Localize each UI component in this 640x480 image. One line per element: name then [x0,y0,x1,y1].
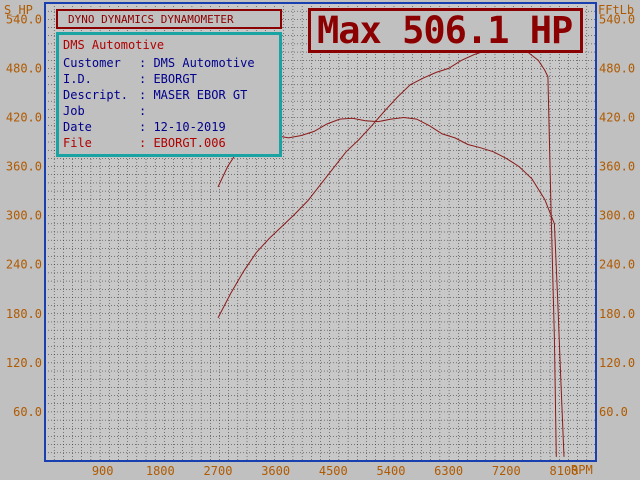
y-right-tick-label: 480.0 [599,61,635,75]
x-tick-label: 900 [92,464,114,478]
y-left-tick-label: 120.0 [6,356,42,370]
y-left-tick-label: 180.0 [6,307,42,321]
y-left-tick-label: 60.0 [13,405,42,419]
y-right-tick-label: 360.0 [599,160,635,174]
y-left-tick-label: 300.0 [6,209,42,223]
dyno-header-box: DYNO DYNAMICS DYNAMOMETER [56,9,282,29]
x-tick-label: 2700 [204,464,233,478]
x-tick-label: 4500 [319,464,348,478]
x-tick-label: 7200 [492,464,521,478]
info-row-job: Job: [63,104,146,118]
y-left-tick-label: 420.0 [6,111,42,125]
max-power-readout: Max 506.1 HP [317,9,573,52]
y-right-tick-label: 180.0 [599,307,635,321]
info-key: Customer [63,56,121,70]
info-row-description: Descript. : MASER EBOR GT [63,88,247,102]
info-value: : EBORGT.006 [139,136,226,150]
run-info-box: DMS Automotive Customer: DMS Automotive … [56,32,282,157]
info-row-file: File : EBORGT.006 [63,136,226,150]
x-tick-label: 3600 [261,464,290,478]
info-key: File [63,136,92,150]
info-key: Job [63,104,85,118]
info-row-date: Date : 12-10-2019 [63,120,226,134]
y-right-tick-label: 120.0 [599,356,635,370]
info-value: : DMS Automotive [139,56,255,70]
x-axis-unit: RPM [571,463,593,477]
y-right-tick-label: 60.0 [599,405,628,419]
info-value: : MASER EBOR GT [139,88,248,102]
y-left-axis-title: S_HP [4,3,33,17]
y-left-tick-label: 480.0 [6,61,42,75]
company-name: DMS Automotive [63,38,165,52]
max-power-box: Max 506.1 HP [308,8,583,53]
info-value: : 12-10-2019 [139,120,226,134]
y-right-tick-label: 300.0 [599,209,635,223]
info-key: Descript. [63,88,129,102]
y-right-axis-title: FFtLb [598,3,635,17]
x-tick-label: 1800 [146,464,175,478]
x-tick-label: 5400 [377,464,406,478]
y-right-tick-label: 240.0 [599,258,635,272]
y-right-tick-label: 420.0 [599,111,635,125]
y-left-tick-label: 360.0 [6,160,42,174]
info-row-customer: Customer : DMS Automotive [63,56,255,70]
y-left-tick-label: 240.0 [6,258,42,272]
info-key: Date [63,120,92,134]
info-row-id: I.D. : EBORGT [63,72,197,86]
x-tick-label: 6300 [434,464,463,478]
info-value: : EBORGT [139,72,197,86]
info-value: : [139,104,147,118]
info-key: I.D. [63,72,92,86]
dyno-header-title: DYNO DYNAMICS DYNAMOMETER [68,13,234,26]
